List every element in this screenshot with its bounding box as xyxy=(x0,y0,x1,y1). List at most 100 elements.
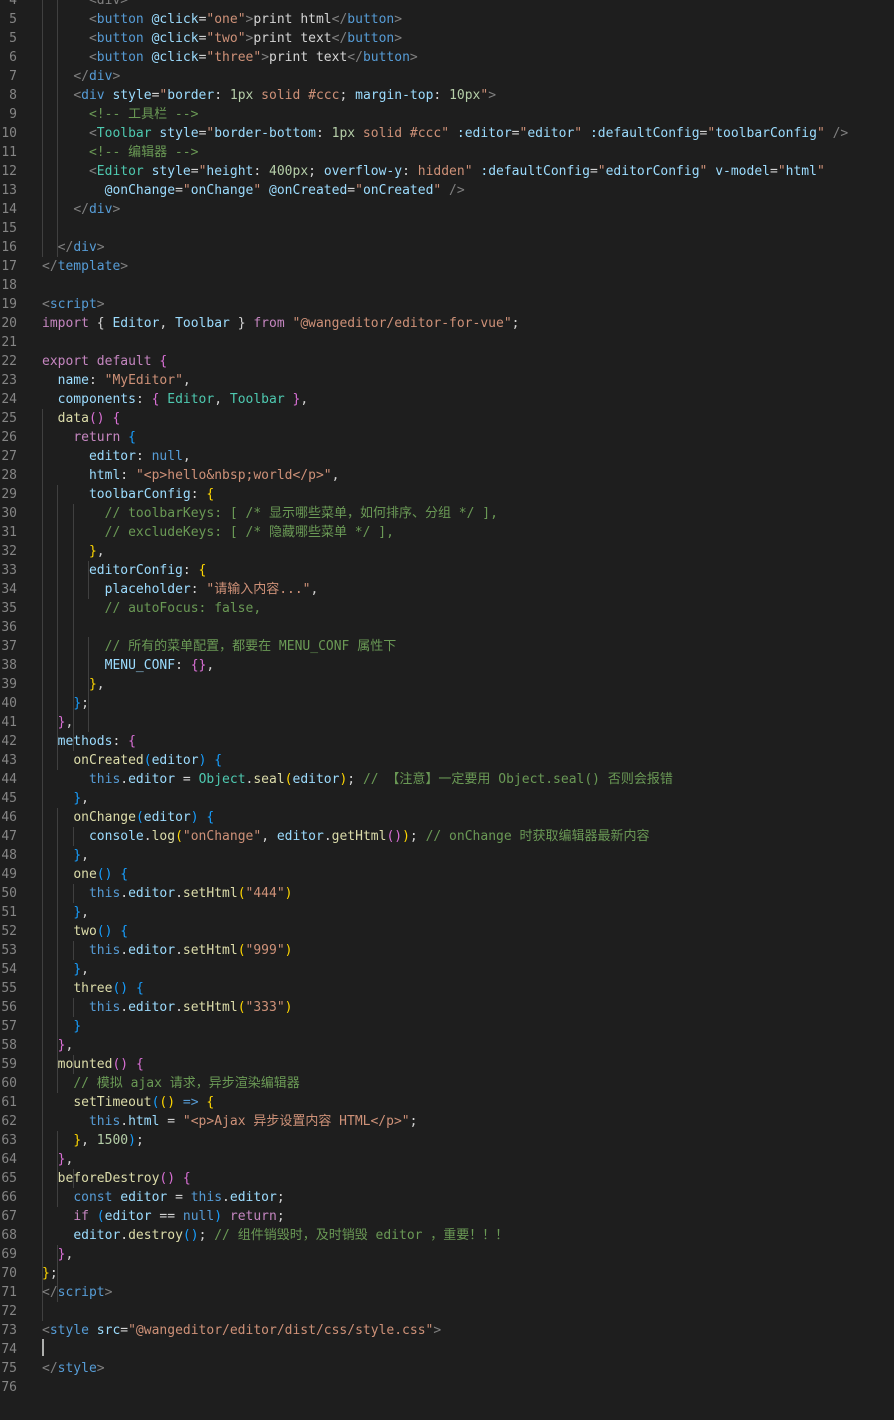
code-line[interactable]: 6 <button @click="three">print text</but… xyxy=(0,48,894,67)
code-line[interactable]: 5 <button @click="two">print text</butto… xyxy=(0,29,894,48)
code-line[interactable]: 26 return { xyxy=(0,428,894,447)
code-line[interactable]: 4 <div> xyxy=(0,0,894,10)
code-token: button xyxy=(96,50,144,65)
code-line[interactable]: 68 editor.destroy(); // 组件销毁时，及时销毁 edito… xyxy=(0,1226,894,1245)
code-line[interactable]: 23 name: "MyEditor", xyxy=(0,371,894,390)
code-line[interactable]: 47 console.log("onChange", editor.getHtm… xyxy=(0,827,894,846)
code-line[interactable]: 22 export default { xyxy=(0,352,894,371)
code-line[interactable]: 32 }, xyxy=(0,542,894,561)
code-token: editor xyxy=(276,829,324,844)
line-number: 7 xyxy=(9,69,17,84)
code-line[interactable]: 19 <script> xyxy=(0,295,894,314)
code-line[interactable]: 29 toolbarConfig: { xyxy=(0,485,894,504)
code-line[interactable]: 9 <!-- 工具栏 --> xyxy=(0,105,894,124)
code-line[interactable]: 66 const editor = this.editor; xyxy=(0,1188,894,1207)
code-line[interactable]: 61 setTimeout(() => { xyxy=(0,1093,894,1112)
code-line[interactable]: 24 components: { Editor, Toolbar }, xyxy=(0,390,894,409)
code-token: } xyxy=(73,1019,82,1034)
code-token: <div> xyxy=(88,0,129,8)
code-line[interactable]: 40 }; xyxy=(0,694,894,713)
code-line[interactable]: 42 methods: { xyxy=(0,732,894,751)
code-line[interactable]: 67 if (editor == null) return; xyxy=(0,1207,894,1226)
code-line[interactable]: 21 xyxy=(0,333,894,352)
code-line[interactable]: 43 onCreated(editor) { xyxy=(0,751,894,770)
code-token: . xyxy=(120,1228,129,1243)
code-text: <button @click="three">print text</butto… xyxy=(42,48,418,67)
code-line[interactable]: 55 three() { xyxy=(0,979,894,998)
code-line[interactable]: 50 this.editor.setHtml("444") xyxy=(0,884,894,903)
code-token: , xyxy=(81,791,89,806)
code-line[interactable]: 25 data() { xyxy=(0,409,894,428)
code-token: = xyxy=(120,1323,129,1338)
code-token: , xyxy=(206,658,215,673)
code-token: } xyxy=(73,1133,82,1148)
code-line[interactable]: 70}; xyxy=(0,1264,894,1283)
code-line[interactable]: 17 </template> xyxy=(0,257,894,276)
code-line[interactable]: 33 editorConfig: { xyxy=(0,561,894,580)
code-line[interactable]: 28 html: "<p>hello&nbsp;world</p>", xyxy=(0,466,894,485)
code-line[interactable]: 44 this.editor = Object.seal(editor); //… xyxy=(0,770,894,789)
code-line[interactable]: 51 }, xyxy=(0,903,894,922)
code-line[interactable]: 16 </div> xyxy=(0,238,894,257)
code-text: } xyxy=(42,1017,81,1036)
code-line[interactable]: 69 }, xyxy=(0,1245,894,1264)
code-line[interactable]: 35 // autoFocus: false, xyxy=(0,599,894,618)
code-line[interactable]: 8 <div style="border: 1px solid #ccc; ma… xyxy=(0,86,894,105)
code-editor[interactable]: 4 <div> 5 <button @click="one">print html… xyxy=(0,0,894,1420)
code-line[interactable]: 36 xyxy=(0,618,894,637)
code-token: editor xyxy=(292,772,340,787)
code-line[interactable]: 73 <style src="@wangeditor/editor/dist/cs… xyxy=(0,1321,894,1340)
code-line[interactable]: 58 }, xyxy=(0,1036,894,1055)
code-token: editor xyxy=(229,1190,277,1205)
code-token: : xyxy=(135,392,152,407)
code-line[interactable]: 59 mounted() { xyxy=(0,1055,894,1074)
code-line[interactable]: 13 @onChange="onChange" @onCreated="onCr… xyxy=(0,181,894,200)
code-line[interactable]: 5 <button @click="one">print html</butto… xyxy=(0,10,894,29)
code-line[interactable]: 37 // 所有的菜单配置，都要在 MENU_CONF 属性下 xyxy=(0,637,894,656)
code-token: onChange xyxy=(73,810,136,825)
code-token: style xyxy=(112,88,152,103)
code-line[interactable]: 48 }, xyxy=(0,846,894,865)
code-line[interactable]: 57 } xyxy=(0,1017,894,1036)
code-line[interactable]: 72 xyxy=(0,1302,894,1321)
code-line[interactable]: 74 xyxy=(0,1340,894,1359)
code-text: // 模拟 ajax 请求，异步渲染编辑器 xyxy=(42,1074,299,1093)
code-line[interactable]: 63 }, 1500); xyxy=(0,1131,894,1150)
code-line[interactable]: 34 placeholder: "请输入内容...", xyxy=(0,580,894,599)
code-line[interactable]: 65 beforeDestroy() { xyxy=(0,1169,894,1188)
code-line[interactable]: 49 one() { xyxy=(0,865,894,884)
code-line[interactable]: 64 }, xyxy=(0,1150,894,1169)
code-line[interactable]: 14 </div> xyxy=(0,200,894,219)
code-line[interactable]: 56 this.editor.setHtml("333") xyxy=(0,998,894,1017)
code-line[interactable]: 75 </style> xyxy=(0,1359,894,1378)
code-line[interactable]: 52 two() { xyxy=(0,922,894,941)
code-line[interactable]: 10 <Toolbar style = " border-bottom: 1px so… xyxy=(0,124,894,143)
code-line[interactable]: 27 editor: null, xyxy=(0,447,894,466)
code-line[interactable]: 39 }, xyxy=(0,675,894,694)
code-line[interactable]: 15 xyxy=(0,219,894,238)
code-line[interactable]: 54 }, xyxy=(0,960,894,979)
code-line[interactable]: 53 this.editor.setHtml("999") xyxy=(0,941,894,960)
line-number: 61 xyxy=(1,1095,17,1110)
code-line[interactable]: 41 }, xyxy=(0,713,894,732)
code-line[interactable]: 46 onChange(editor) { xyxy=(0,808,894,827)
code-line[interactable]: 20 import { Editor, Toolbar } from "@wang… xyxy=(0,314,894,333)
code-line[interactable]: 71 </script> xyxy=(0,1283,894,1302)
code-token: </ xyxy=(57,240,74,255)
code-token: @onChange xyxy=(104,183,176,198)
code-line[interactable]: 76 xyxy=(0,1378,894,1397)
code-line[interactable]: 12 <Editor style="height: 400px; overflo… xyxy=(0,162,894,181)
code-line[interactable]: 7 </div> xyxy=(0,67,894,86)
code-line[interactable]: 45 }, xyxy=(0,789,894,808)
code-line[interactable]: 31 // excludeKeys: [ /* 隐藏哪些菜单 */ ], xyxy=(0,523,894,542)
code-line[interactable]: 18 xyxy=(0,276,894,295)
line-number: 72 xyxy=(1,1304,17,1319)
code-line[interactable]: 62 this.html = "<p>Ajax 异步设置内容 HTML</p>"… xyxy=(0,1112,894,1131)
code-line[interactable]: 38 MENU_CONF: {}, xyxy=(0,656,894,675)
code-line[interactable]: 60 // 模拟 ajax 请求，异步渲染编辑器 xyxy=(0,1074,894,1093)
line-number: 8 xyxy=(9,88,17,103)
code-line[interactable]: 30 // toolbarKeys: [ /* 显示哪些菜单，如何排序、分组 *… xyxy=(0,504,894,523)
code-line[interactable]: 11 <!-- 编辑器 --> xyxy=(0,143,894,162)
